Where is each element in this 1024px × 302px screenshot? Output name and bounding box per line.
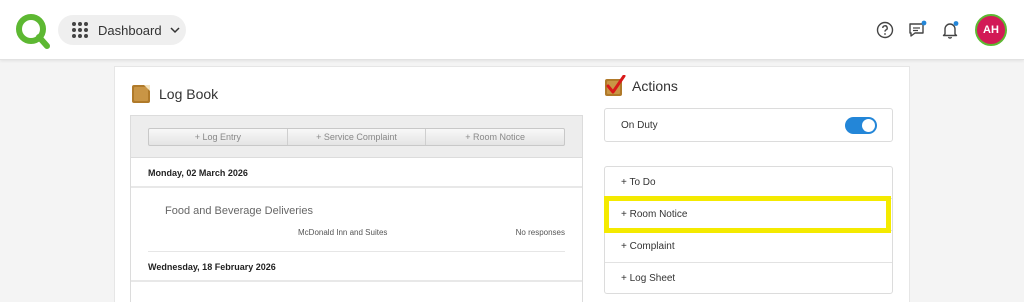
logbook-header: Log Book xyxy=(131,83,218,105)
actions-list: + To Do + Room Notice + Complaint + Log … xyxy=(604,166,893,294)
service-complaint-button[interactable]: + Service Complaint xyxy=(288,129,427,145)
avatar[interactable]: AH xyxy=(975,14,1007,46)
on-duty-card: On Duty xyxy=(604,108,893,142)
app-grid-icon xyxy=(72,22,88,38)
bell-icon[interactable] xyxy=(940,20,960,40)
actions-header: Actions xyxy=(604,75,678,97)
dashboard-label: Dashboard xyxy=(98,22,162,38)
entry-responses: No responses xyxy=(515,228,565,237)
help-icon[interactable] xyxy=(875,20,895,40)
logbook-toolbar: + Log Entry + Service Complaint + Room N… xyxy=(131,116,582,158)
logbook-panel: + Log Entry + Service Complaint + Room N… xyxy=(130,115,583,302)
chat-icon[interactable] xyxy=(907,20,927,40)
top-bar: Dashboard AH xyxy=(0,0,1024,60)
action-item-log-sheet[interactable]: + Log Sheet xyxy=(605,263,892,295)
actions-title: Actions xyxy=(632,78,678,94)
entry-title[interactable]: Food and Beverage Deliveries xyxy=(165,205,313,217)
action-item-room-notice[interactable]: + Room Notice xyxy=(605,199,892,231)
day-header: Monday, 02 March 2026 xyxy=(131,158,582,188)
action-item-complaint[interactable]: + Complaint xyxy=(605,231,892,263)
logbook-title: Log Book xyxy=(159,86,219,102)
log-entry-button[interactable]: + Log Entry xyxy=(149,129,288,145)
on-duty-label: On Duty xyxy=(621,120,658,131)
logbook-button-group: + Log Entry + Service Complaint + Room N… xyxy=(148,128,565,146)
logbook-icon xyxy=(132,85,150,103)
dashboard-menu-button[interactable]: Dashboard xyxy=(58,15,186,45)
day-header: Wednesday, 18 February 2026 xyxy=(131,252,582,282)
action-item-to-do[interactable]: + To Do xyxy=(605,167,892,199)
entry-location: McDonald Inn and Suites xyxy=(298,228,388,237)
logo-icon[interactable] xyxy=(15,13,51,49)
log-entry-row[interactable]: Food and Beverage Deliveries McDonald In… xyxy=(148,188,565,252)
room-notice-button[interactable]: + Room Notice xyxy=(426,129,564,145)
checkmark-icon xyxy=(605,75,626,96)
avatar-initials: AH xyxy=(983,24,999,36)
chevron-down-icon xyxy=(170,27,180,34)
on-duty-toggle[interactable] xyxy=(845,117,877,134)
